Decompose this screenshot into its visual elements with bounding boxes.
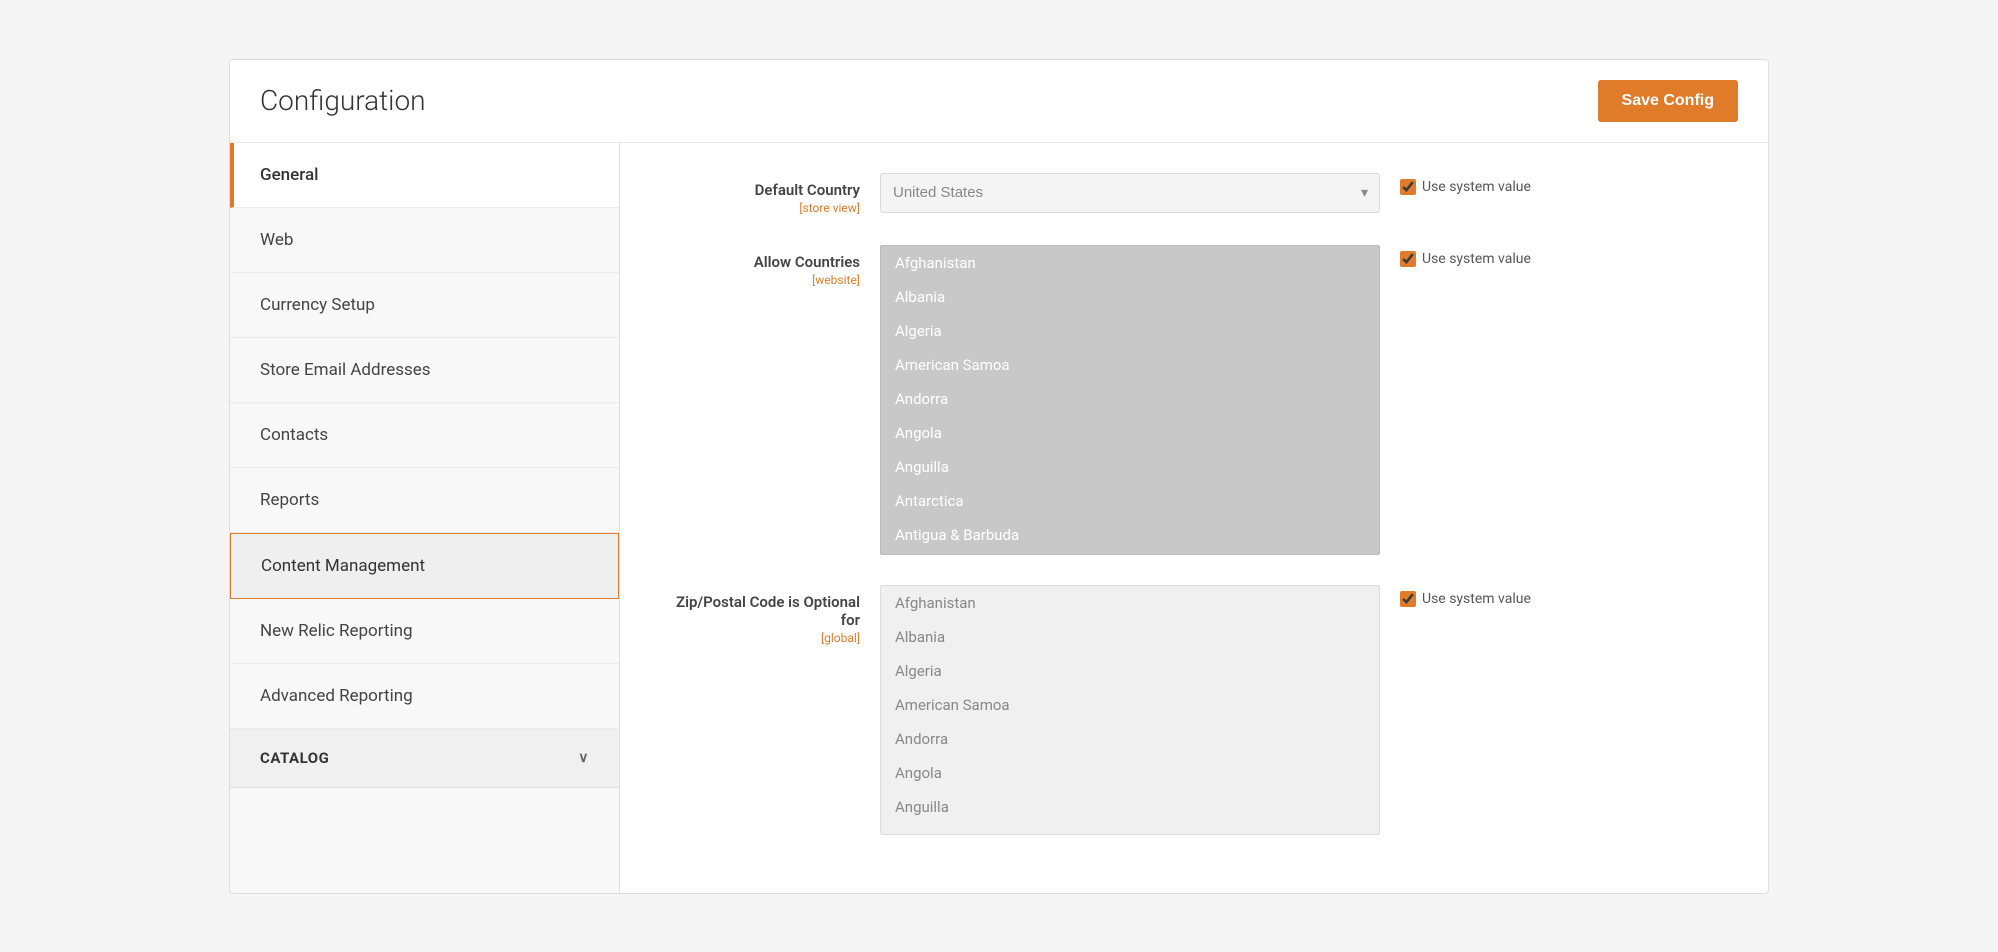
list-item[interactable]: Algeria bbox=[881, 314, 1379, 348]
list-item[interactable]: American Samoa bbox=[881, 688, 1379, 722]
main-content: Default Country [store view] United Stat… bbox=[620, 143, 1768, 893]
allow-countries-row: Allow Countries [website] AfghanistanAlb… bbox=[660, 245, 1728, 555]
default-country-select[interactable]: United States bbox=[880, 173, 1380, 213]
zip-optional-row: Zip/Postal Code is Optional for [global]… bbox=[660, 585, 1728, 835]
allow-countries-system-label: Use system value bbox=[1422, 251, 1531, 267]
sidebar-item-general[interactable]: General bbox=[230, 143, 619, 208]
default-country-scope: [store view] bbox=[660, 201, 860, 215]
list-item[interactable]: Angola bbox=[881, 756, 1379, 790]
zip-optional-control: AfghanistanAlbaniaAlgeriaAmerican SamoaA… bbox=[880, 585, 1380, 835]
allow-countries-control: AfghanistanAlbaniaAlgeriaAmerican SamoaA… bbox=[880, 245, 1380, 555]
sidebar-item-content-management[interactable]: Content Management bbox=[230, 533, 619, 599]
default-country-system-value: Use system value bbox=[1380, 173, 1531, 195]
catalog-section-label: CATALOG bbox=[260, 749, 329, 767]
page-header: Configuration Save Config bbox=[230, 60, 1768, 143]
default-country-system-checkbox[interactable] bbox=[1400, 179, 1416, 195]
list-item[interactable]: Andorra bbox=[881, 722, 1379, 756]
allow-countries-label-col: Allow Countries [website] bbox=[660, 245, 880, 287]
list-item[interactable]: Antigua & Barbuda bbox=[881, 518, 1379, 552]
default-country-system-label: Use system value bbox=[1422, 179, 1531, 195]
list-item[interactable]: Antarctica bbox=[881, 484, 1379, 518]
default-country-label-col: Default Country [store view] bbox=[660, 173, 880, 215]
list-item[interactable]: American Samoa bbox=[881, 348, 1379, 382]
content-area: General Web Currency Setup Store Email A… bbox=[230, 143, 1768, 893]
list-item[interactable]: Albania bbox=[881, 280, 1379, 314]
zip-optional-system-value: Use system value bbox=[1380, 585, 1531, 607]
sidebar-item-store-email[interactable]: Store Email Addresses bbox=[230, 338, 619, 403]
list-item[interactable]: Anguilla bbox=[881, 450, 1379, 484]
default-country-label: Default Country bbox=[660, 181, 860, 199]
list-item[interactable]: Argentina bbox=[881, 552, 1379, 555]
zip-optional-listbox[interactable]: AfghanistanAlbaniaAlgeriaAmerican SamoaA… bbox=[880, 585, 1380, 835]
allow-countries-label: Allow Countries bbox=[660, 253, 860, 271]
list-item[interactable]: Algeria bbox=[881, 654, 1379, 688]
default-country-select-wrapper: United States bbox=[880, 173, 1380, 213]
list-item[interactable]: Afghanistan bbox=[881, 586, 1379, 620]
save-config-button[interactable]: Save Config bbox=[1598, 80, 1738, 122]
default-country-control: United States bbox=[880, 173, 1380, 213]
list-item[interactable]: Albania bbox=[881, 620, 1379, 654]
page-title: Configuration bbox=[260, 84, 426, 117]
list-item[interactable]: Andorra bbox=[881, 382, 1379, 416]
catalog-section-header[interactable]: CATALOG ∨ bbox=[230, 729, 619, 788]
allow-countries-scope: [website] bbox=[660, 273, 860, 287]
zip-optional-label-col: Zip/Postal Code is Optional for [global] bbox=[660, 585, 880, 645]
zip-optional-system-label: Use system value bbox=[1422, 591, 1531, 607]
catalog-chevron-icon: ∨ bbox=[578, 750, 589, 766]
list-item[interactable]: Afghanistan bbox=[881, 246, 1379, 280]
allow-countries-listbox[interactable]: AfghanistanAlbaniaAlgeriaAmerican SamoaA… bbox=[880, 245, 1380, 555]
list-item[interactable]: Anguilla bbox=[881, 790, 1379, 824]
sidebar-item-contacts[interactable]: Contacts bbox=[230, 403, 619, 468]
zip-optional-system-checkbox[interactable] bbox=[1400, 591, 1416, 607]
zip-optional-label: Zip/Postal Code is Optional for bbox=[660, 593, 860, 629]
sidebar: General Web Currency Setup Store Email A… bbox=[230, 143, 620, 893]
sidebar-item-advanced-reporting[interactable]: Advanced Reporting bbox=[230, 664, 619, 729]
sidebar-item-web[interactable]: Web bbox=[230, 208, 619, 273]
zip-optional-scope: [global] bbox=[660, 631, 860, 645]
sidebar-item-currency-setup[interactable]: Currency Setup bbox=[230, 273, 619, 338]
default-country-row: Default Country [store view] United Stat… bbox=[660, 173, 1728, 215]
sidebar-item-reports[interactable]: Reports bbox=[230, 468, 619, 533]
sidebar-item-new-relic[interactable]: New Relic Reporting bbox=[230, 599, 619, 664]
allow-countries-system-checkbox[interactable] bbox=[1400, 251, 1416, 267]
list-item[interactable]: Angola bbox=[881, 416, 1379, 450]
allow-countries-system-value: Use system value bbox=[1380, 245, 1531, 267]
